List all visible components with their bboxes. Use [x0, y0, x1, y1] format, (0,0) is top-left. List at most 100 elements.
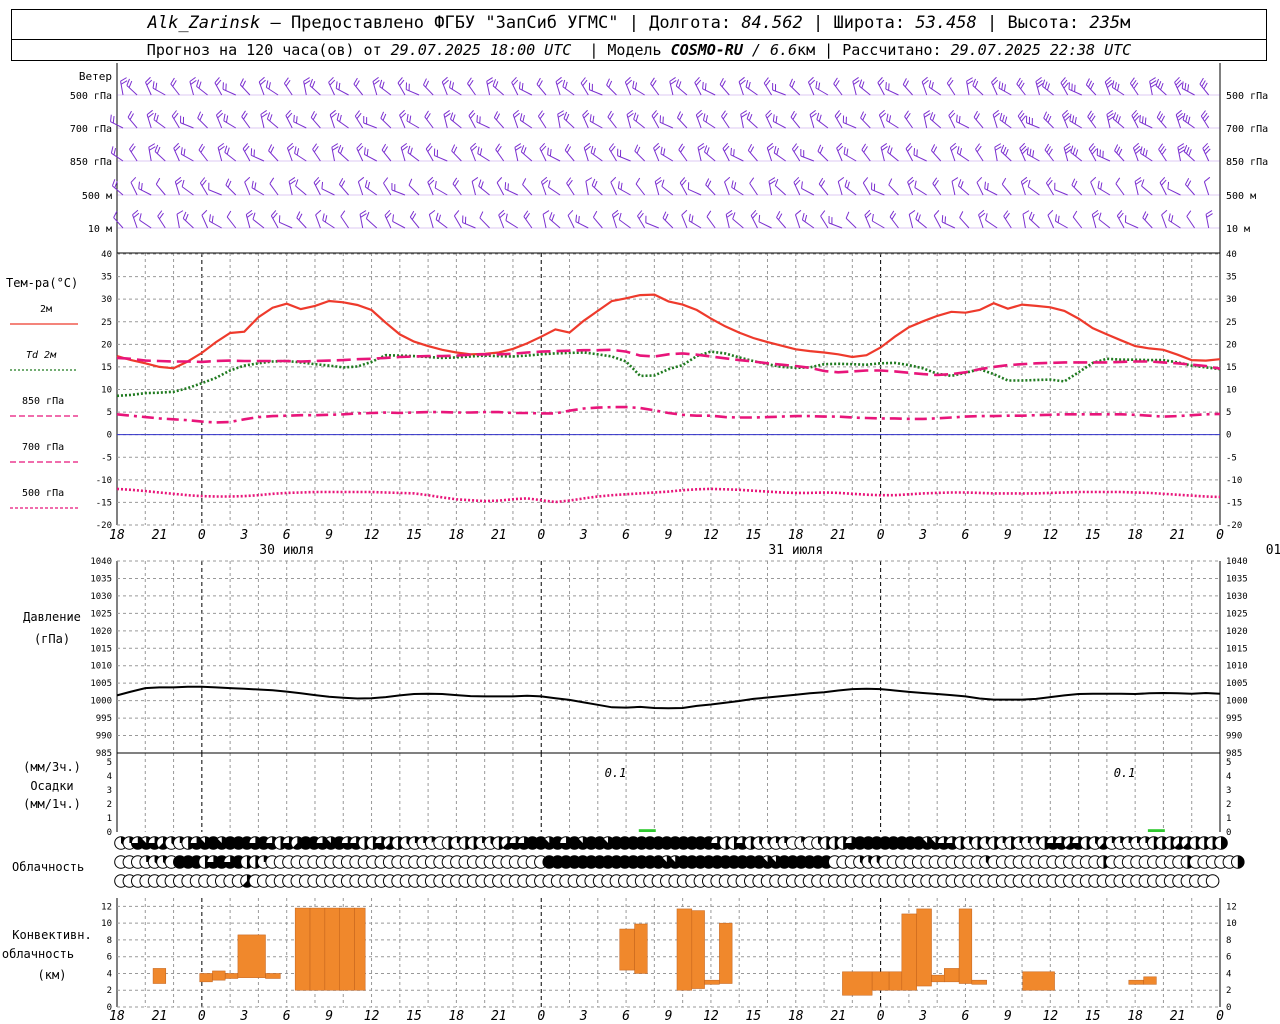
- wind-barb-feather: [157, 210, 163, 217]
- wind-barb: [617, 155, 631, 162]
- pressure-tick-right: 990: [1226, 732, 1242, 742]
- wind-barb-feather: [706, 210, 712, 217]
- wind-barb-feather: [1044, 143, 1050, 151]
- wind-barb-feather: [773, 146, 777, 154]
- wind-barb: [127, 116, 138, 129]
- wind-barb-feather: [269, 177, 275, 184]
- wind-barb-feather: [973, 110, 978, 118]
- wind-barb: [942, 221, 956, 229]
- wind-barb-feather: [677, 111, 681, 118]
- wind-barb-feather: [260, 110, 267, 115]
- wind-barb-feather: [778, 213, 783, 220]
- wind-barb-feather: [776, 211, 781, 218]
- wind-barb-feather: [1115, 114, 1119, 122]
- wind-barb: [660, 153, 674, 162]
- time-tick-label: 0: [537, 1009, 545, 1024]
- precip-tick-left: 5: [107, 758, 112, 768]
- wind-barb: [267, 118, 279, 129]
- wind-barb-feather: [443, 110, 450, 115]
- time-tick-label: 18: [449, 528, 465, 543]
- wind-barb-feather: [565, 113, 570, 121]
- wind-barb-feather: [1065, 148, 1072, 154]
- convective-tick-left: 10: [101, 919, 112, 929]
- wind-barb-feather: [790, 110, 795, 118]
- wind-barb-feather: [190, 79, 197, 85]
- wind-barb-feather: [285, 79, 291, 87]
- wind-barb: [802, 219, 815, 229]
- legend-label-t850: 850 гПа: [22, 396, 64, 407]
- convective-tick-right: 6: [1226, 953, 1231, 963]
- wind-barb: [435, 219, 448, 229]
- wind-barb-feather: [567, 209, 574, 216]
- wind-barb-feather: [563, 111, 568, 119]
- wind-barb: [239, 84, 251, 96]
- convective-bar: [212, 970, 226, 981]
- pressure-tick-left: 990: [96, 732, 112, 742]
- precip-tick-right: 3: [1226, 786, 1231, 796]
- cloudiness-panel: Облачность: [12, 836, 1245, 888]
- temp-tick-left: -15: [96, 498, 112, 508]
- wind-barb-feather: [957, 179, 962, 186]
- convective-cloud-panel: 12 1210 108 86 64 42 20 0Конвективн.облачность(…: [2, 898, 1237, 1013]
- convective-tick-left: 4: [107, 969, 112, 979]
- wind-barb-feather: [1144, 117, 1147, 125]
- wind-barb: [637, 215, 646, 229]
- wind-barb: [171, 115, 180, 129]
- wind-barb: [566, 182, 575, 196]
- wind-barb-feather: [366, 148, 369, 156]
- wind-barb: [1158, 149, 1167, 162]
- wind-barb-feather: [1064, 145, 1071, 151]
- wind-barb: [719, 84, 730, 96]
- wind-barb-feather: [1072, 147, 1076, 155]
- wind-barb: [270, 215, 279, 229]
- wind-barb-feather: [518, 81, 521, 89]
- wind-barb: [450, 118, 462, 129]
- wind-barb: [951, 181, 956, 196]
- wind-barb: [618, 187, 631, 196]
- wind-barb: [750, 215, 758, 229]
- wind-barb-feather: [635, 114, 639, 122]
- wind-barb-feather: [663, 148, 666, 156]
- wind-barb-feather: [467, 77, 472, 84]
- wind-barb-feather: [1001, 82, 1004, 90]
- pressure-tick-right: 1000: [1226, 697, 1248, 707]
- wind-barb-feather: [1031, 213, 1035, 221]
- wind-barb-feather: [1117, 83, 1120, 91]
- wind-barb-feather: [218, 145, 225, 151]
- convective-bar: [944, 968, 960, 983]
- wind-barb: [677, 117, 688, 129]
- convective-bar: [294, 907, 311, 991]
- wind-barb: [801, 187, 815, 196]
- wind-barb-feather: [158, 212, 164, 220]
- wind-barb-feather: [315, 209, 322, 216]
- wind-barb-feather: [1149, 77, 1156, 82]
- wind-barb-feather: [721, 110, 726, 117]
- wind-barb-feather: [340, 210, 346, 217]
- wind-barb-feather: [266, 112, 271, 120]
- wind-barb-feather: [745, 80, 749, 88]
- wind-barb-feather: [373, 79, 380, 85]
- wind-barb: [902, 84, 913, 96]
- wind-barb-feather: [749, 146, 755, 153]
- wind-barb-feather: [763, 77, 769, 84]
- wind-barb-feather: [678, 81, 682, 89]
- convective-bar: [676, 908, 693, 991]
- wind-barb-feather: [974, 80, 979, 88]
- wind-barb: [1055, 220, 1068, 229]
- wind-barb-feather: [959, 147, 963, 156]
- wind-barb: [975, 148, 984, 162]
- wind-barb-feather: [129, 143, 135, 150]
- wind-barb-feather: [409, 210, 415, 218]
- wind-barb-feather: [332, 146, 339, 151]
- wind-barb: [322, 219, 335, 229]
- wind-barb-feather: [844, 179, 848, 187]
- convective-tick-right: 0: [1226, 1003, 1231, 1013]
- precip-tick-right: 2: [1226, 800, 1231, 810]
- wind-barb-feather: [183, 148, 186, 156]
- temp-tick-right: 0: [1226, 431, 1231, 441]
- wind-barb-feather: [612, 209, 619, 216]
- wind-barb-feather: [793, 145, 799, 153]
- wind-barb-feather: [858, 79, 863, 87]
- wind-barb: [610, 182, 617, 196]
- wind-barb-feather: [862, 113, 867, 121]
